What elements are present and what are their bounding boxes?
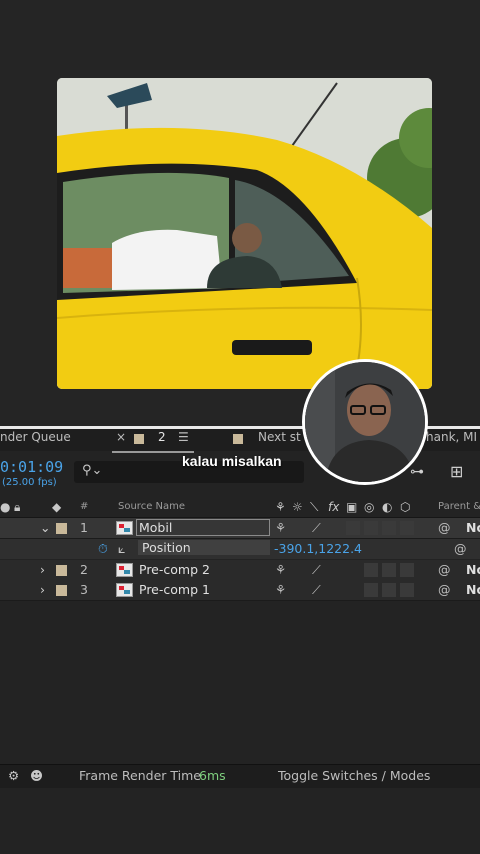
collapse-icon[interactable]: ☼ (292, 500, 303, 514)
effects-icon[interactable]: fx (328, 500, 339, 514)
shy-switch-icon[interactable]: ⚘ (275, 582, 286, 597)
comp-color-chip (233, 434, 243, 444)
presenter-face-image (305, 362, 425, 482)
pick-whip-icon[interactable]: @ (438, 562, 451, 577)
video-eye-icon[interactable]: ● (0, 500, 10, 514)
layer-name[interactable]: Pre-comp 2 (139, 562, 210, 577)
column-hash: # (80, 501, 89, 512)
tab-label: 2 (158, 430, 166, 444)
lock-icon[interactable]: 🔒︎ (14, 500, 20, 515)
property-value[interactable]: -390.1,1222.4 (274, 541, 362, 556)
label-color-chip[interactable] (56, 565, 67, 576)
column-source-name[interactable]: Source Name (118, 501, 185, 512)
tab-composition-2[interactable]: × 2 ☰ (112, 429, 194, 453)
hamburger-icon[interactable]: ☰ (178, 430, 189, 444)
graph-icon[interactable]: ⟀ (118, 541, 126, 557)
layer-name[interactable]: Mobil (136, 519, 270, 536)
shy-switch-icon[interactable]: ⚘ (275, 520, 286, 535)
layer-index: 1 (80, 520, 88, 535)
subtitle-caption: kalau misalkan (182, 453, 282, 469)
timeline-footer: ⚙ ☻ Frame Render Time 6ms Toggle Switche… (0, 764, 480, 789)
composition-frame[interactable] (57, 78, 432, 389)
parent-dropdown[interactable]: No (466, 562, 480, 577)
stopwatch-icon[interactable]: ⏱ (98, 541, 108, 557)
current-time-display[interactable]: 0:01:09 (0, 458, 63, 476)
switch-box[interactable] (382, 583, 396, 597)
render-toggle-icon[interactable]: ⚙ (8, 768, 19, 783)
layer-column-header: ● 🔒︎ ◆ # Source Name ⚘ ☼ ⟍ fx ▣ ◎ ◐ ⬡ Pa… (0, 497, 480, 518)
switch-box[interactable] (364, 563, 378, 577)
parent-dropdown[interactable]: No (466, 520, 480, 535)
switch-box[interactable] (400, 563, 414, 577)
chevron-right-icon[interactable]: › (40, 562, 45, 577)
layer-name[interactable]: Pre-comp 1 (139, 582, 210, 597)
panel-background (0, 788, 480, 854)
switch-box[interactable] (400, 521, 414, 535)
property-row[interactable]: ⏱ ⟀ Position -390.1,1222.4 @ (0, 539, 480, 559)
precomp-icon (116, 563, 133, 577)
car-footage-image (57, 78, 432, 389)
column-parent[interactable]: Parent & (438, 501, 480, 512)
comp-flowchart-icon[interactable]: ⊞ (450, 462, 463, 481)
label-tag-icon[interactable]: ◆ (52, 500, 61, 514)
motion-blur-icon[interactable]: ◎ (364, 500, 374, 514)
comp-color-chip (134, 434, 144, 444)
pick-whip-icon[interactable]: @ (438, 520, 451, 535)
frame-blend-icon[interactable]: ▣ (346, 500, 357, 514)
tab-close-icon[interactable]: × (116, 430, 126, 444)
composition-viewer (0, 0, 480, 428)
precomp-icon (116, 521, 133, 535)
toggle-switches-modes-button[interactable]: Toggle Switches / Modes (278, 768, 430, 783)
switch-box[interactable] (382, 521, 396, 535)
switch-box[interactable] (400, 583, 414, 597)
quality-icon[interactable]: ⟍ (310, 500, 318, 515)
switch-box[interactable] (382, 563, 396, 577)
tab-render-queue[interactable]: nder Queue (0, 430, 71, 444)
layer-row[interactable]: › 3 Pre-comp 1 ⚘ ⟋ @ No (0, 580, 480, 601)
chevron-right-icon[interactable]: › (40, 582, 45, 597)
layer-index: 3 (80, 582, 88, 597)
switch-box[interactable] (346, 521, 360, 535)
layer-row[interactable]: ⌄ 1 Mobil ⚘ ⟋ @ No (0, 518, 480, 539)
adjustment-layer-icon[interactable]: ◐ (382, 500, 392, 514)
shy-switch-icon[interactable]: ⚘ (275, 562, 286, 577)
property-name[interactable]: Position (138, 540, 270, 555)
3d-layer-icon[interactable]: ⬡ (400, 500, 410, 514)
layer-index: 2 (80, 562, 88, 577)
frame-rate-label: (25.00 fps) (2, 477, 57, 488)
precomp-icon (116, 583, 133, 597)
parent-dropdown[interactable]: No (466, 582, 480, 597)
switch-box[interactable] (364, 583, 378, 597)
chevron-down-icon[interactable]: ⌄ (40, 520, 50, 535)
solo-toggle-icon[interactable]: ☻ (30, 768, 43, 783)
tab-other[interactable]: hank, MI (426, 430, 477, 444)
timeline-panel: nder Queue × 2 ☰ Next st hank, MI 0:01:0… (0, 429, 480, 854)
quality-switch-icon[interactable]: ⟋ (312, 520, 321, 536)
layer-row[interactable]: › 2 Pre-comp 2 ⚘ ⟋ @ No (0, 560, 480, 581)
webcam-overlay (302, 359, 428, 485)
switch-box[interactable] (364, 521, 378, 535)
quality-switch-icon[interactable]: ⟋ (312, 562, 321, 578)
frame-render-label: Frame Render Time (79, 768, 201, 783)
tab-next-step[interactable]: Next st (258, 430, 301, 444)
graph-editor-icon[interactable]: ⊶ (410, 464, 424, 480)
shy-icon[interactable]: ⚘ (275, 500, 286, 514)
label-color-chip[interactable] (56, 523, 67, 534)
label-color-chip[interactable] (56, 585, 67, 596)
frame-render-value: 6ms (199, 768, 226, 783)
quality-switch-icon[interactable]: ⟋ (312, 582, 321, 598)
pick-whip-icon[interactable]: @ (438, 582, 451, 597)
pick-whip-icon[interactable]: @ (454, 541, 467, 556)
search-icon: ⚲⌄ (82, 463, 103, 478)
